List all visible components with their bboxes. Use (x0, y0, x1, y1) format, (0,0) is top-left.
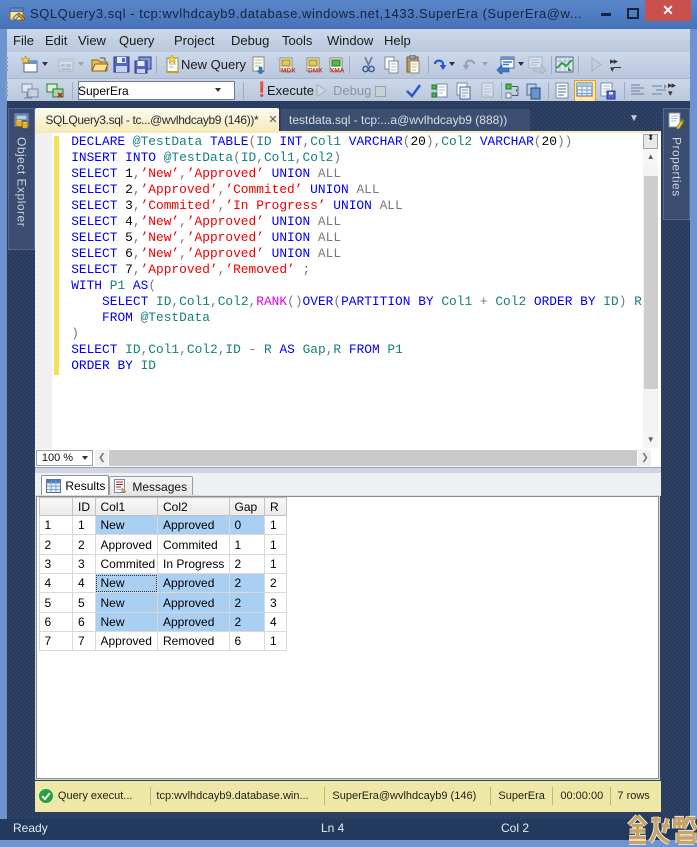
svg-text:DMX: DMX (308, 68, 323, 75)
svg-text:XMA: XMA (330, 68, 345, 75)
svg-text:MDX: MDX (281, 68, 296, 75)
